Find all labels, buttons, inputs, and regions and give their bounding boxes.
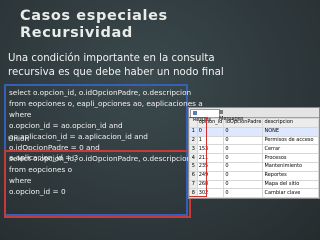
table-cell[interactable]: 211	[196, 153, 225, 163]
table-cell[interactable]: 153	[196, 144, 225, 155]
message-icon	[219, 109, 223, 114]
table-cell[interactable]: 0	[196, 126, 225, 137]
table-cell[interactable]: Reportes	[262, 170, 319, 181]
table-cell[interactable]: 0	[223, 170, 264, 181]
table-cell[interactable]: NONE	[262, 126, 319, 137]
table-cell[interactable]: 0	[223, 135, 264, 146]
slide-subtitle: Una condición importante en la consulta …	[8, 52, 320, 80]
table-cell[interactable]: 0	[223, 188, 264, 198]
row-number-cell[interactable]: 8	[189, 188, 198, 198]
table-cell[interactable]: 0	[223, 153, 264, 163]
row-number-cell[interactable]: 6	[189, 170, 198, 181]
results-grid: opcion_id idOpcionPadre descripcion 100N…	[189, 118, 319, 198]
table-row[interactable]: 96920Ayuda/Preguntas	[189, 197, 319, 198]
table-row[interactable]: 6 249 0 Reportes	[189, 170, 319, 181]
tab-results[interactable]: Results	[190, 109, 220, 123]
table-cell[interactable]: Mapa del sitio	[262, 179, 319, 190]
table-cell[interactable]: 0	[223, 197, 264, 198]
table-row[interactable]: 1 0 0 NONE	[189, 126, 319, 137]
table-row[interactable]: 3 153 0 Cerrar	[189, 144, 319, 155]
row-number-cell[interactable]: 3	[189, 144, 198, 155]
row-number-cell[interactable]: 7	[189, 179, 198, 190]
row-number-cell[interactable]: 5	[189, 161, 198, 172]
title-line-2: Recursividad	[20, 25, 133, 41]
query1-line: from eopciones o, eapli_opciones ao, eap…	[9, 98, 203, 108]
table-cell[interactable]: Cambiar clave	[262, 188, 319, 198]
table-cell[interactable]: 0	[223, 126, 264, 137]
table-row[interactable]: 5 235 0 Mantenimiento	[189, 161, 319, 172]
results-tabbar: Results Messages	[189, 108, 319, 123]
tab-messages[interactable]: Messages	[217, 109, 251, 122]
row-number-cell[interactable]: 9	[189, 197, 198, 198]
slide-title: Casos especiales Recursividad	[20, 8, 220, 42]
column-header[interactable]: descripcion	[262, 118, 319, 128]
table-row[interactable]: 2 1 0 Permisos de acceso	[189, 135, 319, 146]
table-cell[interactable]: Ayuda/Preguntas	[262, 197, 319, 198]
table-cell[interactable]: Permisos de acceso	[262, 135, 319, 146]
query1-line: o.opcion_id = ao.opcion_id and	[9, 120, 123, 130]
union-keyword: Union	[8, 134, 30, 143]
table-cell[interactable]: 692	[196, 197, 225, 198]
grid-icon	[193, 110, 197, 115]
table-cell[interactable]: 0	[223, 144, 264, 155]
table-cell[interactable]: 302	[196, 188, 225, 198]
table-cell[interactable]: Mantenimiento	[262, 161, 319, 172]
table-row[interactable]: 7 268 0 Mapa del sitio	[189, 179, 319, 190]
table-cell[interactable]: Procesos	[262, 153, 319, 163]
query1-line: where	[9, 109, 32, 119]
query2-line: o.opcion_id = 0	[9, 186, 66, 196]
query-box-2: select o.opcion_id, o.idOpcionPadre, o.d…	[4, 150, 191, 218]
table-cell[interactable]: 0	[223, 161, 264, 172]
table-cell[interactable]: 268	[196, 179, 225, 190]
query1-line: select o.opcion_id, o.idOpcionPadre, o.d…	[9, 88, 192, 97]
table-cell[interactable]: Cerrar	[262, 144, 319, 155]
subtitle-line-2: recursiva es que debe haber un nodo fina…	[8, 67, 224, 78]
title-line-1: Casos especiales	[20, 8, 168, 24]
table-cell[interactable]: 235	[196, 161, 225, 172]
query2-line: where	[9, 175, 32, 185]
row-number-cell[interactable]: 1	[189, 126, 198, 137]
subtitle-line-1: Una condición importante en la consulta	[8, 53, 215, 64]
row-number-cell[interactable]: 2	[189, 135, 198, 146]
row-number-cell[interactable]: 4	[189, 153, 198, 163]
table-cell[interactable]: 0	[223, 179, 264, 190]
query1-line: ao.aplicacion_id = a.aplicacion_id and	[9, 131, 148, 141]
tab-messages-label: Messages	[219, 116, 244, 122]
table-cell[interactable]: 249	[196, 170, 225, 181]
table-row[interactable]: 8 302 0 Cambiar clave	[189, 188, 319, 198]
tab-results-label: Results	[193, 117, 212, 123]
table-row[interactable]: 4 211 0 Procesos	[189, 153, 319, 163]
results-panel: Results Messages opcion_id idOpcionPadre…	[188, 107, 320, 199]
query2-line: select o.opcion_id, o.idOpcionPadre, o.d…	[9, 154, 192, 163]
table-cell[interactable]: 1	[196, 135, 225, 146]
query2-line: from eopciones o	[9, 164, 73, 174]
